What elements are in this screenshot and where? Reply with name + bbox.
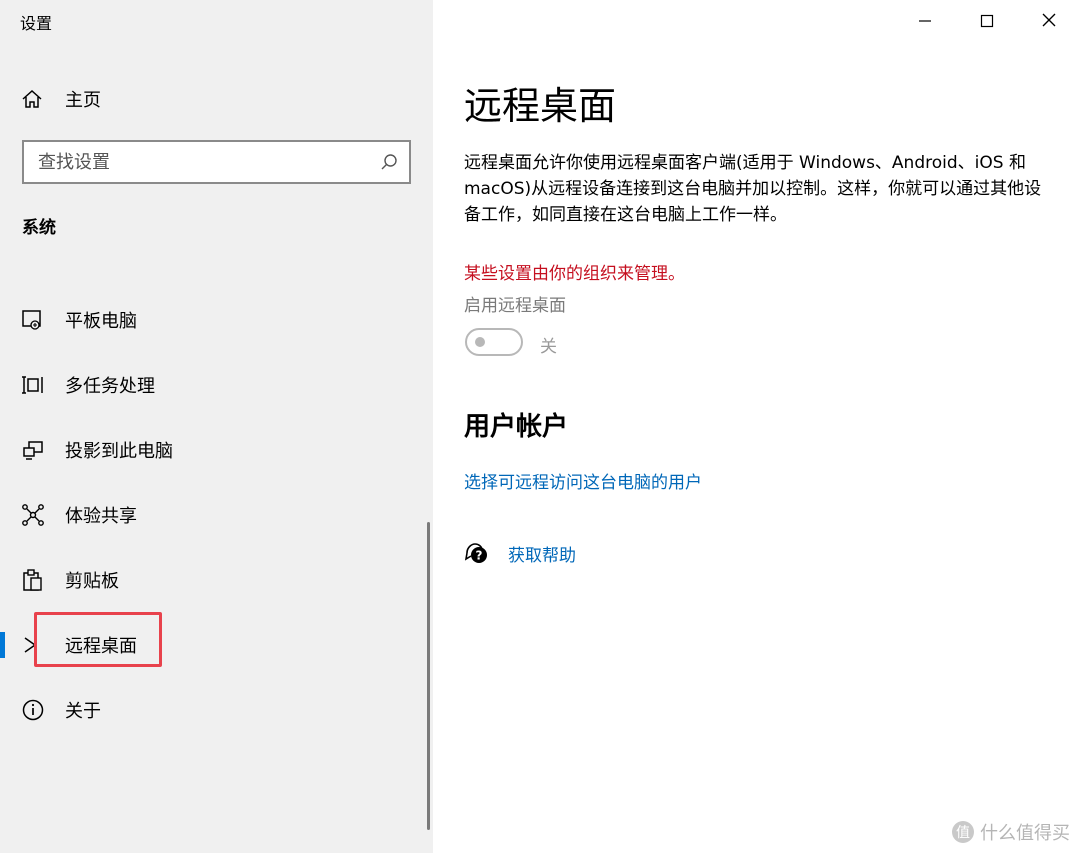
share-icon	[20, 502, 46, 528]
sidebar-item-clipboard[interactable]: 剪贴板	[0, 558, 420, 602]
tablet-icon	[20, 307, 46, 333]
sidebar-item-shared-experiences[interactable]: 体验共享	[0, 493, 420, 537]
page-description: 远程桌面允许你使用远程桌面客户端(适用于 Windows、Android、iOS…	[464, 153, 1042, 225]
section-title-system: 系统	[22, 218, 56, 238]
sidebar-item-tablet[interactable]: 平板电脑	[0, 298, 420, 342]
highlight-annotation	[34, 612, 162, 667]
maximize-button[interactable]	[956, 0, 1018, 44]
multitasking-icon	[20, 372, 46, 398]
close-button[interactable]	[1018, 0, 1080, 44]
clipboard-icon	[20, 567, 46, 593]
watermark-logo: 值	[952, 821, 974, 843]
toggle-state-text: 关	[540, 337, 557, 357]
sidebar: 设置 主页 系统 平板电脑 多任务处理 投影到此电脑 体	[0, 0, 433, 853]
help-chat-icon: ?	[464, 540, 490, 566]
info-icon	[20, 697, 46, 723]
search-input[interactable]	[38, 151, 379, 173]
page-title: 远程桌面	[464, 84, 617, 128]
managed-notice: 某些设置由你的组织来管理。	[464, 264, 685, 284]
sidebar-item-label: 平板电脑	[65, 311, 137, 332]
sidebar-item-label: 关于	[65, 701, 101, 722]
minimize-icon	[918, 13, 932, 32]
remote-desktop-toggle[interactable]	[465, 328, 523, 356]
toggle-knob	[475, 337, 485, 347]
search-box[interactable]	[22, 140, 411, 184]
user-accounts-heading: 用户帐户	[464, 412, 569, 442]
get-help-label: 获取帮助	[508, 545, 576, 566]
home-link[interactable]: 主页	[20, 85, 101, 113]
minimize-button[interactable]	[894, 0, 956, 44]
sidebar-item-label: 多任务处理	[65, 376, 155, 397]
app-title: 设置	[20, 14, 53, 33]
sidebar-item-project[interactable]: 投影到此电脑	[0, 428, 420, 472]
sidebar-item-label: 体验共享	[65, 506, 137, 527]
close-icon	[1041, 12, 1057, 32]
sidebar-scrollbar[interactable]	[427, 522, 430, 830]
remote-desktop-toggle-label: 启用远程桌面	[464, 296, 566, 316]
window-controls	[894, 0, 1080, 44]
sidebar-item-multitasking[interactable]: 多任务处理	[0, 363, 420, 407]
maximize-icon	[980, 13, 994, 32]
sidebar-item-label: 剪贴板	[65, 571, 119, 592]
project-icon	[20, 437, 46, 463]
home-label: 主页	[65, 90, 101, 111]
active-indicator	[0, 632, 5, 658]
watermark: 值 什么值得买	[952, 819, 1070, 845]
sidebar-item-label: 投影到此电脑	[65, 441, 173, 462]
svg-text:?: ?	[476, 549, 483, 563]
get-help-link[interactable]: ? 获取帮助	[464, 540, 576, 566]
sidebar-item-about[interactable]: 关于	[0, 688, 420, 732]
select-users-link[interactable]: 选择可远程访问这台电脑的用户	[464, 468, 702, 493]
watermark-text: 什么值得买	[980, 823, 1070, 844]
home-icon	[20, 87, 44, 111]
search-icon[interactable]	[379, 152, 399, 172]
